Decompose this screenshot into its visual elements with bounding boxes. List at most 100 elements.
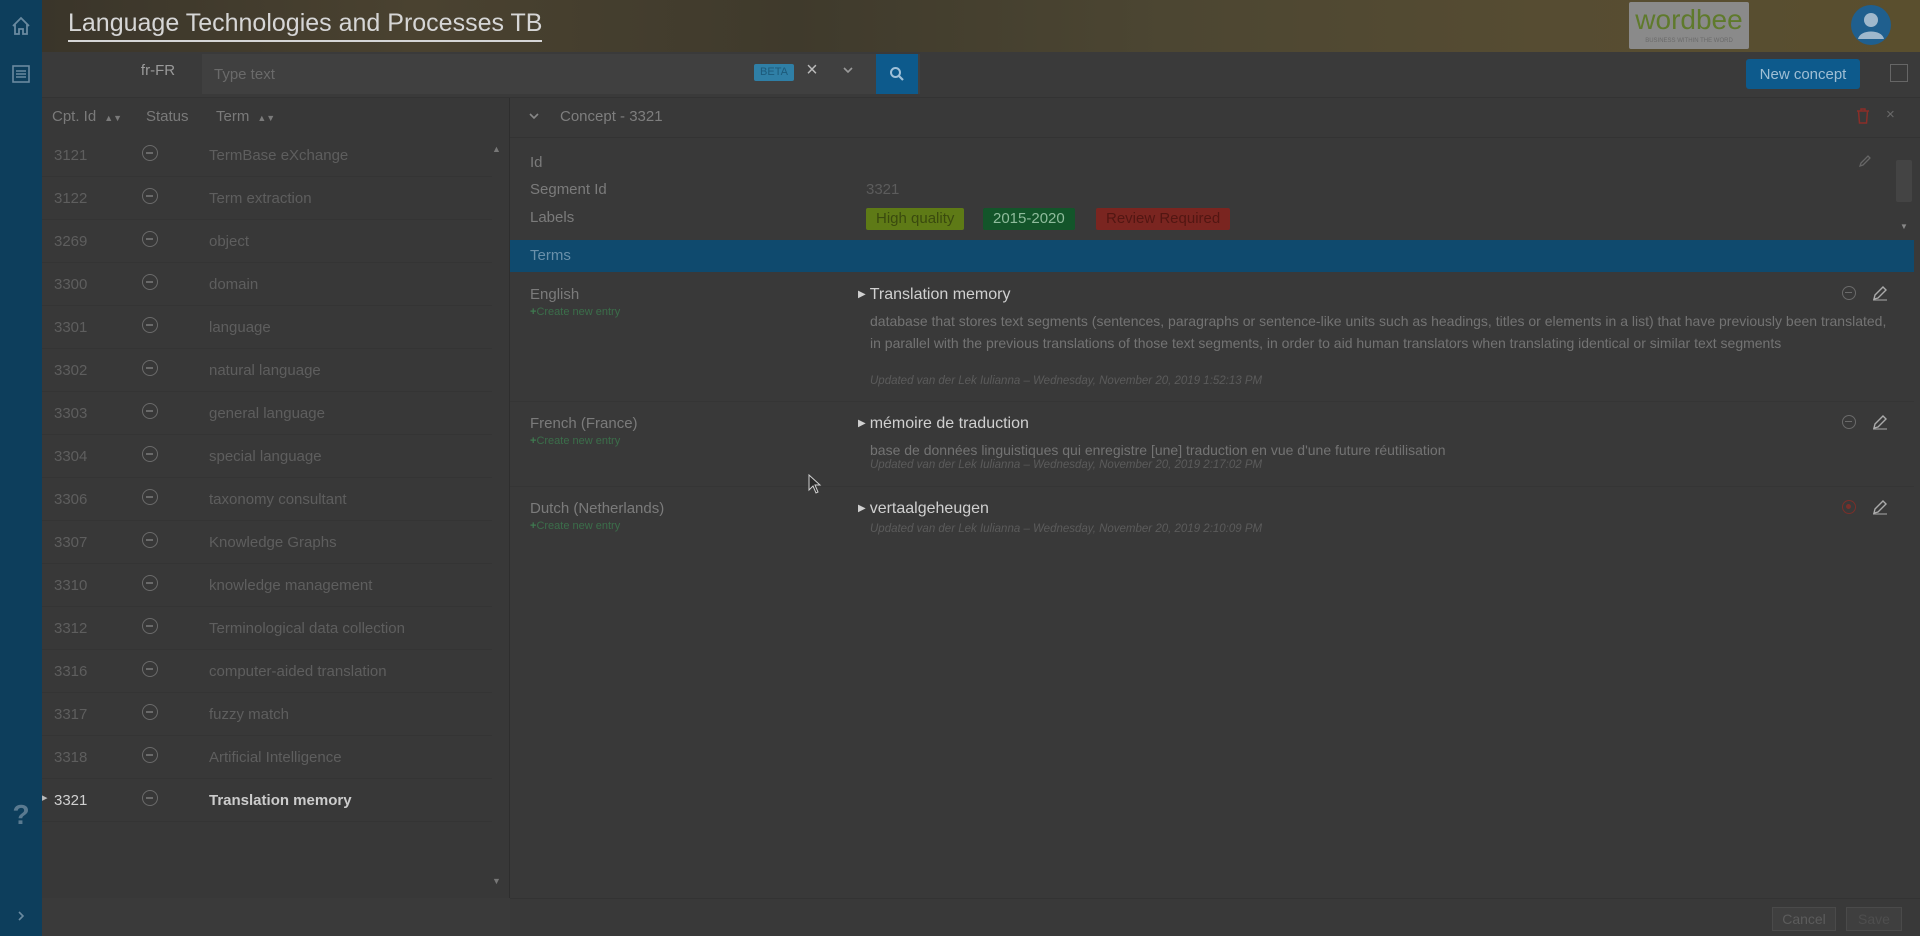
status-icon[interactable] <box>1842 415 1856 429</box>
list-header: Cpt. Id ▲▼ Status Term ▲▼ <box>42 98 510 134</box>
list-row[interactable]: 3301 language <box>42 306 492 349</box>
status-icon <box>142 618 158 634</box>
scroll-down-icon[interactable]: ▼ <box>492 876 501 886</box>
list-row[interactable]: 3316 computer-aided translation <box>42 650 492 693</box>
list-row[interactable]: 3318 Artificial Intelligence <box>42 736 492 779</box>
chevron-down-icon[interactable] <box>842 63 854 78</box>
collapse-icon[interactable] <box>528 109 540 124</box>
list-icon[interactable] <box>8 61 34 87</box>
chevron-right-icon[interactable] <box>8 903 34 929</box>
mouse-cursor-icon <box>808 473 822 498</box>
list-row[interactable]: 3321 Translation memory <box>42 779 492 822</box>
scroll-down-icon[interactable]: ▼ <box>1900 222 1908 231</box>
search-toolbar: fr-FR BETA × New concept <box>42 52 1920 98</box>
entry-term[interactable]: ▶ mémoire de traduction <box>858 415 1029 433</box>
row-term: knowledge management <box>209 577 373 594</box>
create-entry-link[interactable]: +Create new entry <box>530 520 620 532</box>
list-row[interactable]: 3122 Term extraction <box>42 177 492 220</box>
entry-language: Dutch (Netherlands) <box>530 500 665 517</box>
create-entry-link[interactable]: +Create new entry <box>530 435 620 447</box>
edit-icon[interactable] <box>1872 499 1888 519</box>
user-icon[interactable] <box>1851 5 1891 45</box>
row-id: 3300 <box>54 276 88 293</box>
row-id: 3304 <box>54 448 88 465</box>
scroll-up-icon[interactable]: ▲ <box>492 144 501 154</box>
list-row[interactable]: 3306 taxonomy consultant <box>42 478 492 521</box>
status-icon <box>142 360 158 376</box>
list-row[interactable]: 3300 domain <box>42 263 492 306</box>
concept-header: Concept - 3321 × <box>510 98 1920 138</box>
new-concept-button[interactable]: New concept <box>1746 59 1860 89</box>
left-rail: ? <box>0 0 42 936</box>
detail-scrollbar[interactable] <box>1896 160 1912 202</box>
status-icon <box>142 274 158 290</box>
cancel-button[interactable]: Cancel <box>1772 907 1836 931</box>
save-button[interactable]: Save <box>1846 907 1902 931</box>
row-id: 3302 <box>54 362 88 379</box>
row-term: Term extraction <box>209 190 312 207</box>
app-title: Language Technologies and Processes TB <box>68 9 543 42</box>
create-entry-link[interactable]: +Create new entry <box>530 306 620 318</box>
clear-search-icon[interactable]: × <box>802 59 822 82</box>
brand-tagline: BUSINESS WITHIN THE WORD <box>1645 38 1733 44</box>
column-header-id[interactable]: Cpt. Id ▲▼ <box>52 108 122 125</box>
field-label-labels: Labels <box>530 209 575 226</box>
brand-name: wordbee <box>1635 4 1743 35</box>
tag-year-range[interactable]: 2015-2020 <box>983 208 1075 230</box>
row-term: Translation memory <box>209 792 352 809</box>
tag-high-quality[interactable]: High quality <box>866 208 965 230</box>
status-icon[interactable] <box>1842 500 1856 514</box>
row-term: Terminological data collection <box>209 620 405 637</box>
list-row[interactable]: 3121 TermBase eXchange <box>42 134 492 177</box>
status-icon <box>142 704 158 720</box>
row-term: Artificial Intelligence <box>209 749 342 766</box>
list-row[interactable]: 3307 Knowledge Graphs <box>42 521 492 564</box>
status-icon <box>142 403 158 419</box>
list-row[interactable]: 3304 special language <box>42 435 492 478</box>
edit-icon[interactable] <box>1872 285 1888 305</box>
row-id: 3122 <box>54 190 88 207</box>
row-id: 3312 <box>54 620 88 637</box>
status-icon <box>142 188 158 204</box>
close-icon[interactable]: × <box>1886 106 1895 123</box>
list-row[interactable]: 3303 general language <box>42 392 492 435</box>
row-id: 3317 <box>54 706 88 723</box>
list-row[interactable]: 3312 Terminological data collection <box>42 607 492 650</box>
detail-footer: Cancel Save <box>510 898 1920 936</box>
row-term: fuzzy match <box>209 706 290 723</box>
status-icon[interactable] <box>1842 286 1856 300</box>
tag-review-required[interactable]: Review Required <box>1096 208 1231 230</box>
status-icon <box>142 317 158 333</box>
list-row[interactable]: 3317 fuzzy match <box>42 693 492 736</box>
help-icon[interactable]: ? <box>8 799 34 830</box>
entry-term[interactable]: ▶ Translation memory <box>858 286 1010 304</box>
concept-detail: Concept - 3321 × Id Segment Id 3321 Labe… <box>510 98 1920 898</box>
entry-definition: base de données linguistiques qui enregi… <box>870 442 1446 458</box>
search-icon <box>890 67 904 81</box>
column-header-status[interactable]: Status <box>146 108 189 125</box>
entry-updated: Updated van der Lek Iulianna – Wednesday… <box>870 523 1263 535</box>
status-icon <box>142 532 158 548</box>
beta-badge: BETA <box>754 64 794 81</box>
language-selector[interactable]: fr-FR <box>118 62 198 79</box>
row-term: TermBase eXchange <box>209 147 349 164</box>
status-icon <box>142 489 158 505</box>
search-button[interactable] <box>876 54 918 94</box>
term-entry-english: English +Create new entry ▶ Translation m… <box>510 274 1914 402</box>
panel-toggle-icon[interactable] <box>1890 64 1908 82</box>
row-id: 3269 <box>54 233 88 250</box>
list-footer <box>42 898 510 936</box>
edit-icon[interactable] <box>1872 414 1888 434</box>
list-row[interactable]: 3269 object <box>42 220 492 263</box>
list-row[interactable]: 3302 natural language <box>42 349 492 392</box>
entry-term[interactable]: ▶ vertaalgeheugen <box>858 500 989 518</box>
home-icon[interactable] <box>8 13 34 39</box>
terms-header: Terms <box>510 240 1914 272</box>
status-icon <box>142 446 158 462</box>
column-header-term[interactable]: Term ▲▼ <box>216 108 275 125</box>
delete-icon[interactable] <box>1856 108 1870 124</box>
edit-fields-icon[interactable] <box>1858 154 1872 172</box>
list-row[interactable]: 3310 knowledge management <box>42 564 492 607</box>
row-term: object <box>209 233 250 250</box>
entry-language: English <box>530 286 580 303</box>
